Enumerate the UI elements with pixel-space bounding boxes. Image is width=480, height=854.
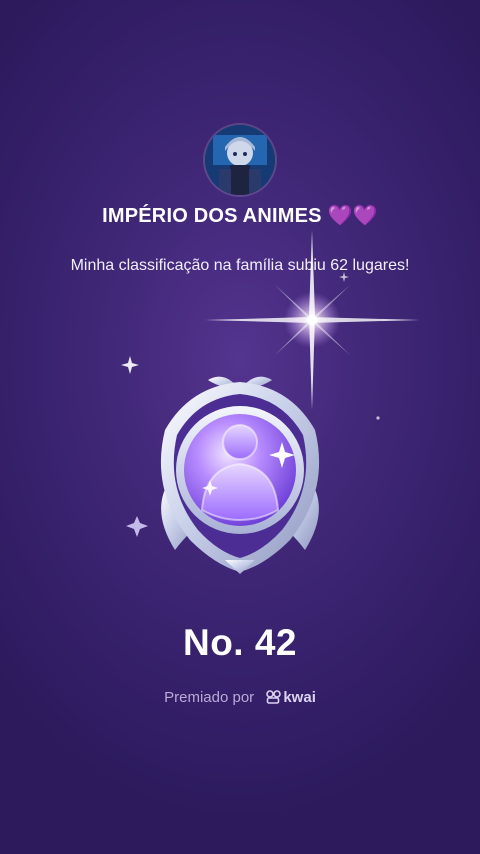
- awarded-by-label: Premiado por: [164, 689, 255, 706]
- kwai-logo-icon: [266, 690, 282, 704]
- rank-number: No. 42: [182, 622, 298, 663]
- awarded-by: Premiado por kwai: [0, 689, 480, 706]
- dot-sparkle-icon: [376, 416, 380, 420]
- kwai-brand-text: kwai: [283, 689, 316, 706]
- ranking-medal-badge: [160, 376, 320, 574]
- small-sparkle-icon: [339, 272, 349, 282]
